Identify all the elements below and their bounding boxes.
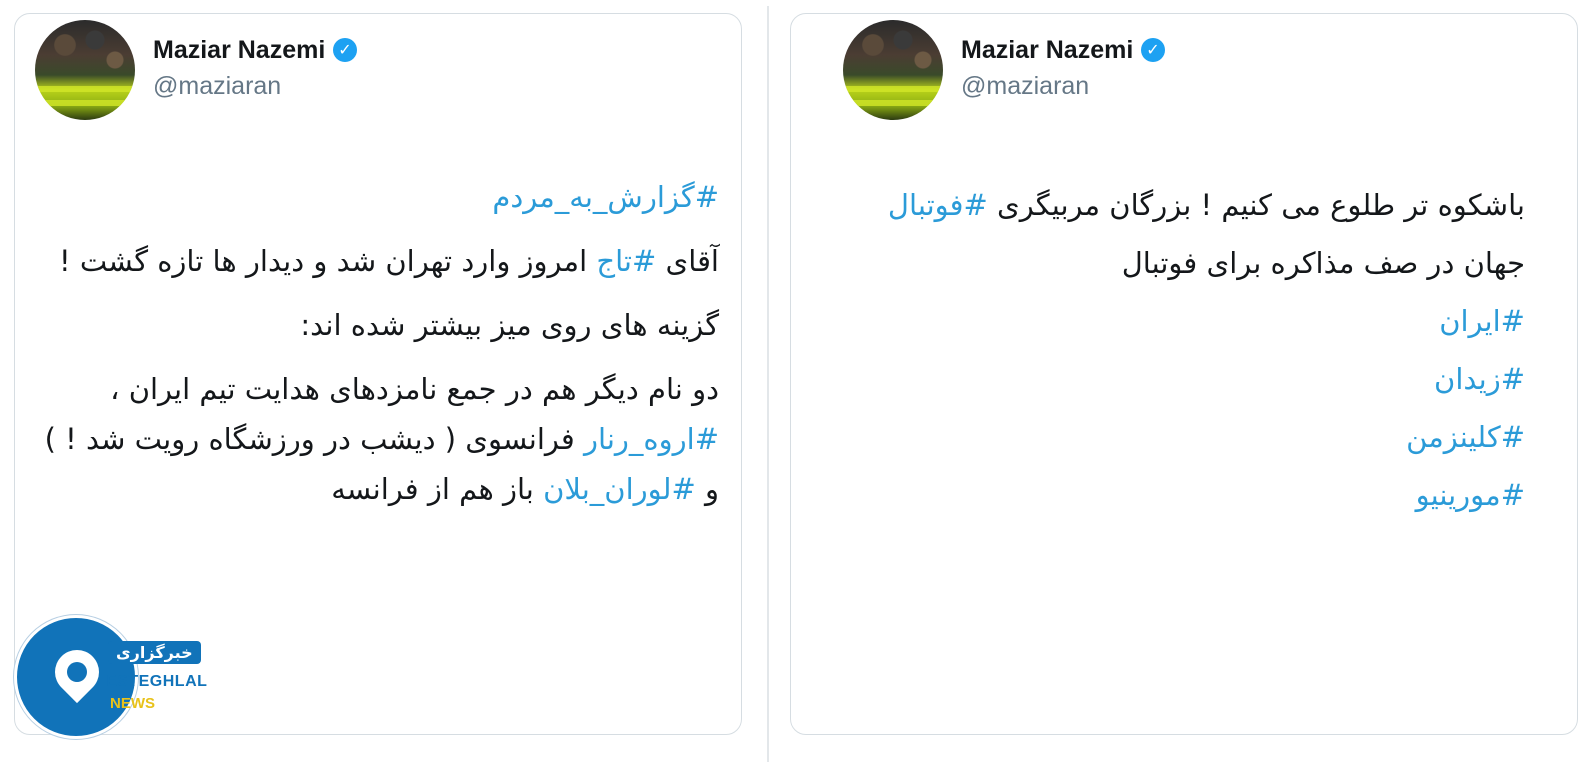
tweet-text-segment: آقای bbox=[656, 244, 719, 278]
tweet-text-segment: امروز وارد تهران شد و دیدار ها تازه گشت … bbox=[59, 244, 597, 278]
hashtag-link[interactable]: #گزارش_به_مردم bbox=[492, 180, 719, 214]
tweet-paragraph: #ایران bbox=[825, 292, 1525, 350]
verified-badge-icon: ✓ bbox=[1141, 38, 1165, 62]
logo-title-en: ESTEGHLAL bbox=[106, 673, 208, 690]
hashtag-link[interactable]: #اروه_رنار bbox=[584, 422, 719, 456]
tweet-text-segment: باز هم از فرانسه bbox=[331, 472, 544, 506]
logo-subtitle-en: NEWS bbox=[110, 695, 155, 712]
tweet-card-right: Maziar Nazemi ✓ @maziaran باشکوه تر طلوع… bbox=[790, 13, 1578, 735]
tweet-text-segment: باشکوه تر طلوع می کنیم ! بزرگان مربیگری bbox=[987, 188, 1525, 222]
tweet-text-segment: گزینه های روی میز بیشتر شده اند: bbox=[300, 308, 719, 342]
esteghlal-news-logo: خبرگزاری ESTEGHLAL NEWS bbox=[10, 615, 207, 739]
hashtag-link[interactable]: #کلینزمن bbox=[1406, 420, 1525, 454]
tweet-paragraph: آقای #تاج امروز وارد تهران شد و دیدار ها… bbox=[29, 236, 719, 286]
location-pin-icon bbox=[45, 640, 109, 704]
hashtag-link[interactable]: #مورینیو bbox=[1416, 478, 1525, 512]
tweet-text: باشکوه تر طلوع می کنیم ! بزرگان مربیگری … bbox=[825, 176, 1525, 524]
column-divider bbox=[767, 6, 769, 762]
tweet-paragraph: باشکوه تر طلوع می کنیم ! بزرگان مربیگری … bbox=[825, 176, 1525, 292]
avatar[interactable] bbox=[843, 20, 943, 120]
tweet-text: #گزارش_به_مردم آقای #تاج امروز وارد تهران… bbox=[29, 172, 719, 528]
tweet-paragraph: #مورینیو bbox=[825, 466, 1525, 524]
author-name[interactable]: Maziar Nazemi bbox=[961, 36, 1133, 65]
author-handle[interactable]: @maziaran bbox=[961, 72, 1089, 101]
hashtag-link[interactable]: #فوتبال bbox=[888, 188, 988, 222]
author-name[interactable]: Maziar Nazemi bbox=[153, 36, 325, 65]
tweet-paragraph: #زیدان bbox=[825, 350, 1525, 408]
verified-badge-icon: ✓ bbox=[333, 38, 357, 62]
hashtag-link[interactable]: #ایران bbox=[1439, 304, 1525, 338]
author-handle[interactable]: @maziaran bbox=[153, 72, 281, 101]
tweet-paragraph: #گزارش_به_مردم bbox=[29, 172, 719, 222]
hashtag-link[interactable]: #زیدان bbox=[1434, 362, 1525, 396]
tweet-paragraph: #کلینزمن bbox=[825, 408, 1525, 466]
avatar[interactable] bbox=[35, 20, 135, 120]
hashtag-link[interactable]: #تاج bbox=[596, 244, 656, 278]
tweet-text-segment: دو نام دیگر هم در جمع نامزدهای هدایت تیم… bbox=[110, 372, 719, 406]
logo-title-fa: خبرگزاری bbox=[108, 641, 201, 664]
hashtag-link[interactable]: #لوران_بلان bbox=[543, 472, 696, 506]
tweet-paragraph: دو نام دیگر هم در جمع نامزدهای هدایت تیم… bbox=[29, 364, 719, 514]
tweet-text-segment: جهان در صف مذاکره برای فوتبال bbox=[1121, 246, 1525, 280]
tweet-paragraph: گزینه های روی میز بیشتر شده اند: bbox=[29, 300, 719, 350]
